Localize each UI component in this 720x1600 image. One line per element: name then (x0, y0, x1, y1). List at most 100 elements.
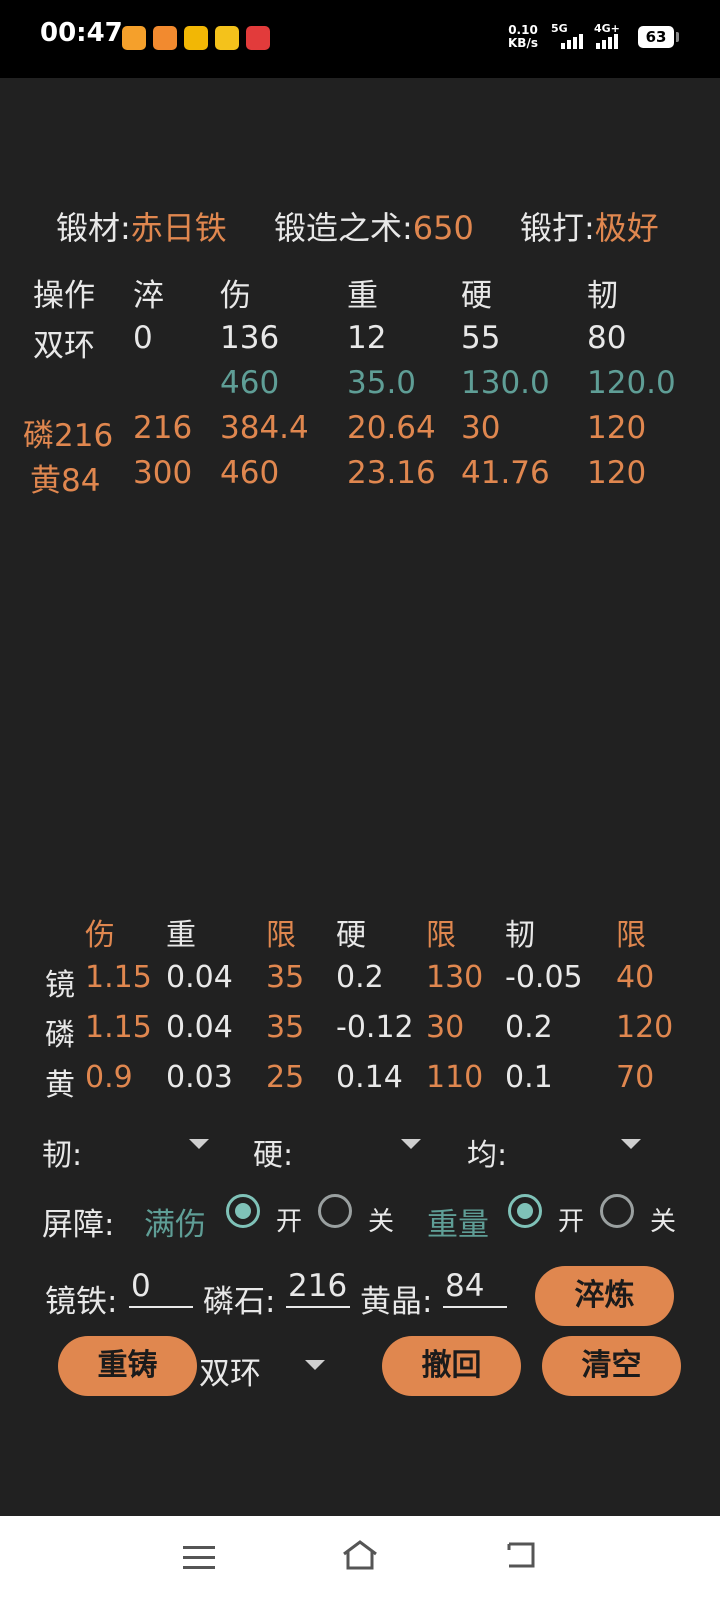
clear-button[interactable]: 清空 (542, 1336, 681, 1396)
yellow-crystal-input[interactable]: 84 (443, 1266, 507, 1308)
coef-cell: 0.14 (336, 1060, 403, 1095)
step-cell: 20.64 (347, 410, 436, 446)
net-speed: 0.10 KB/s (508, 24, 538, 50)
coef-cell: -0.05 (505, 960, 583, 995)
chevron-down-icon (401, 1139, 421, 1149)
forge-value: 极好 (594, 209, 659, 247)
app-icon-orange (122, 26, 146, 50)
step-cell: 41.76 (461, 455, 550, 491)
step-cell: 300 (133, 455, 193, 491)
step-cell: 120 (587, 410, 647, 446)
coef-cell: 35 (266, 960, 305, 995)
phosphor-stone-label: 磷石: (203, 1284, 276, 1320)
coef-cell: 1.15 (85, 1010, 152, 1045)
app-icon-red (246, 26, 270, 50)
step-cell: 460 (220, 455, 280, 491)
step-cell: 384.4 (220, 410, 309, 446)
navigation-bar (0, 1516, 720, 1600)
chevron-down-icon (621, 1139, 641, 1149)
forge-info: 锻打:极好 (520, 203, 659, 249)
coef-cell: 40 (616, 960, 655, 995)
barrier-label: 屏障: (42, 1207, 115, 1243)
full-damage-label: 满伤 (144, 1207, 206, 1243)
net-speed-unit: KB/s (508, 36, 538, 50)
skill-value: 650 (412, 209, 474, 247)
coef-cell: 25 (266, 1060, 305, 1095)
coef-cell: 0.2 (505, 1010, 553, 1045)
skill-info: 锻造之术:650 (274, 203, 474, 249)
battery-icon: 63 (638, 26, 679, 48)
status-bar: 00:47 0.10 KB/s 5G 4G+ 63 (0, 0, 720, 78)
coef-header: 重 (166, 918, 196, 953)
recast-button[interactable]: 重铸 (58, 1336, 197, 1396)
full-damage-on-label[interactable]: 开 (276, 1201, 302, 1238)
table-cell: 80 (587, 320, 627, 356)
limit-cell: 460 (220, 365, 280, 401)
quench-button[interactable]: 淬炼 (535, 1266, 674, 1326)
home-icon[interactable] (340, 1538, 380, 1572)
step-cell: 黄84 (30, 463, 101, 499)
app-icon-yellow (184, 26, 208, 50)
coef-header: 硬 (336, 918, 366, 953)
step-cell: 216 (133, 410, 193, 446)
coef-cell: 70 (616, 1060, 655, 1095)
table-cell: 55 (461, 320, 501, 356)
coef-row-name: 黄 (45, 1068, 75, 1103)
mirror-iron-input[interactable]: 0 (129, 1266, 193, 1308)
coef-row-name: 磷 (45, 1018, 75, 1053)
table-cell: 12 (347, 320, 387, 356)
table-header: 韧 (587, 278, 618, 314)
coef-header: 限 (266, 918, 296, 953)
coef-header: 限 (616, 918, 646, 953)
limit-cell: 35.0 (347, 365, 417, 401)
step-cell: 120 (587, 455, 647, 491)
phosphor-stone-input[interactable]: 216 (286, 1266, 350, 1308)
coef-cell: 0.2 (336, 960, 384, 995)
coef-header: 限 (426, 918, 456, 953)
weight-on-label[interactable]: 开 (558, 1201, 584, 1238)
full-damage-off-radio[interactable] (318, 1194, 352, 1228)
material-info: 锻材:赤日铁 (56, 203, 227, 249)
step-cell: 30 (461, 410, 501, 446)
coef-cell: 0.9 (85, 1060, 133, 1095)
step-cell: 磷216 (23, 418, 114, 454)
coef-cell: 0.03 (166, 1060, 233, 1095)
menu-icon[interactable] (183, 1544, 215, 1572)
back-icon[interactable] (503, 1540, 537, 1570)
weight-off-radio[interactable] (600, 1194, 634, 1228)
chevron-down-icon (189, 1139, 209, 1149)
coef-cell: 30 (426, 1010, 465, 1045)
coef-row-name: 镜 (45, 968, 75, 1003)
coef-cell: 130 (426, 960, 484, 995)
material-value: 赤日铁 (130, 209, 227, 247)
app-icon-orange-2 (153, 26, 177, 50)
table-header: 重 (347, 278, 378, 314)
chevron-down-icon (305, 1360, 325, 1370)
skill-label: 锻造之术: (274, 209, 413, 247)
signal-icon-2 (596, 30, 620, 49)
weapon-select-value: 双环 (199, 1356, 261, 1392)
limit-cell: 130.0 (461, 365, 550, 401)
coef-cell: 120 (616, 1010, 674, 1045)
mirror-iron-label: 镜铁: (45, 1284, 118, 1320)
full-damage-on-radio[interactable] (226, 1194, 260, 1228)
coef-header: 伤 (85, 918, 115, 953)
hardness-dropdown-label: 硬: (253, 1138, 294, 1173)
yellow-crystal-label: 黄晶: (360, 1284, 433, 1320)
table-cell: 136 (220, 320, 280, 356)
coef-header: 韧 (505, 918, 535, 953)
weight-off-label[interactable]: 关 (650, 1201, 676, 1238)
table-cell: 双环 (33, 328, 95, 364)
coef-cell: 110 (426, 1060, 484, 1095)
coef-cell: 1.15 (85, 960, 152, 995)
table-header: 伤 (220, 278, 251, 314)
undo-button[interactable]: 撤回 (382, 1336, 521, 1396)
uniform-dropdown-label: 均: (467, 1138, 508, 1173)
app-icon-mail (215, 26, 239, 50)
signal-icon (561, 30, 585, 49)
table-header: 硬 (461, 278, 492, 314)
status-time: 00:47 (40, 18, 123, 48)
full-damage-off-label[interactable]: 关 (368, 1201, 394, 1238)
weight-on-radio[interactable] (508, 1194, 542, 1228)
coef-cell: 35 (266, 1010, 305, 1045)
